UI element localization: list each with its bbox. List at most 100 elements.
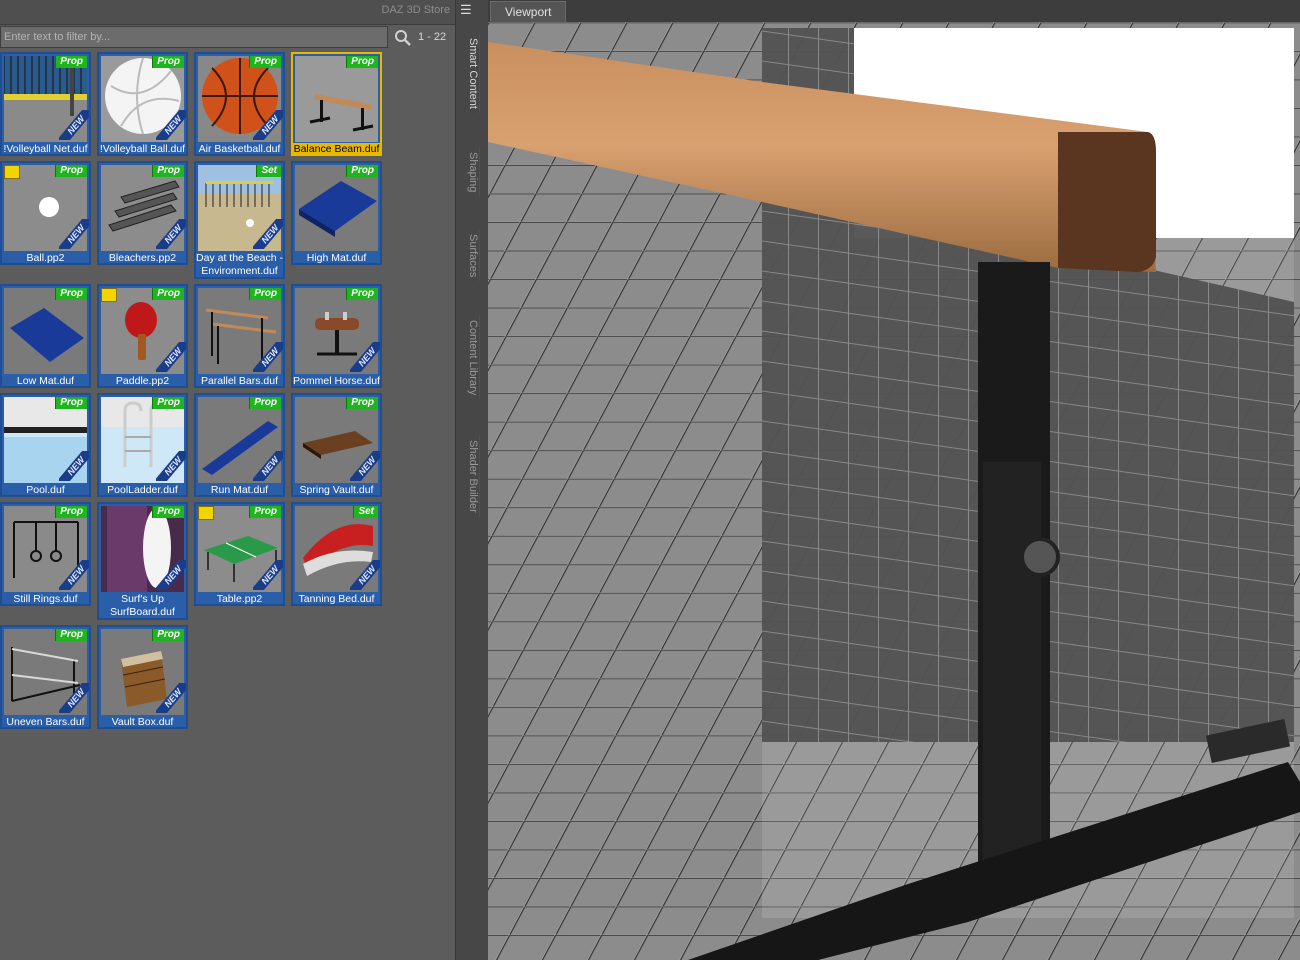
content-item[interactable]: Prop NEW !Volleyball Ball.duf xyxy=(97,52,188,156)
viewport[interactable] xyxy=(488,22,1300,960)
new-ribbon-text: NEW xyxy=(253,342,283,372)
content-item[interactable]: Prop NEW Table.pp2 xyxy=(194,502,285,606)
content-item[interactable]: Set NEW Day at the Beach - Environment.duf xyxy=(194,161,285,279)
new-ribbon-text: NEW xyxy=(350,451,380,481)
content-item-label: Parallel Bars.duf xyxy=(200,375,279,387)
content-item-label: Surf's Up SurfBoard.duf xyxy=(110,593,175,618)
new-ribbon: NEW xyxy=(350,560,380,590)
new-ribbon: NEW xyxy=(350,451,380,481)
new-ribbon-text: NEW xyxy=(156,219,186,249)
new-ribbon-text: NEW xyxy=(253,110,283,140)
new-ribbon-text: NEW xyxy=(156,683,186,713)
new-ribbon: NEW xyxy=(156,342,186,372)
type-badge: Prop xyxy=(55,506,87,518)
new-ribbon-text: NEW xyxy=(156,560,186,590)
store-tab[interactable]: DAZ 3D Store xyxy=(382,4,450,16)
content-item[interactable]: Prop High Mat.duf xyxy=(291,161,382,265)
new-ribbon: NEW xyxy=(253,110,283,140)
viewport-tab[interactable]: Viewport xyxy=(490,1,567,22)
new-ribbon-text: NEW xyxy=(156,110,186,140)
new-ribbon: NEW xyxy=(59,451,89,481)
content-item[interactable]: Prop NEW PoolLadder.duf xyxy=(97,393,188,497)
content-item[interactable]: Prop NEW Still Rings.duf xyxy=(0,502,91,606)
new-ribbon-text: NEW xyxy=(59,451,89,481)
type-badge: Prop xyxy=(152,506,184,518)
content-item[interactable]: Prop NEW Run Mat.duf xyxy=(194,393,285,497)
type-badge: Set xyxy=(353,506,378,518)
new-ribbon-text: NEW xyxy=(59,219,89,249)
content-item[interactable]: Prop Balance Beam.duf xyxy=(291,52,382,156)
tab-shader-builder[interactable]: Shader Builder xyxy=(459,436,480,517)
new-ribbon-text: NEW xyxy=(350,560,380,590)
content-item-label: Pool.duf xyxy=(26,484,65,496)
content-item-label: Ball.pp2 xyxy=(26,252,65,264)
content-panel: DAZ 3D Store 1 - 22 Prop NEW !Volleyball N… xyxy=(0,0,455,960)
new-ribbon: NEW xyxy=(59,560,89,590)
type-badge: Prop xyxy=(152,629,184,641)
content-item[interactable]: Prop NEW Paddle.pp2 xyxy=(97,284,188,388)
new-ribbon: NEW xyxy=(253,342,283,372)
type-badge: Prop xyxy=(152,56,184,68)
type-badge: Prop xyxy=(249,506,281,518)
content-item[interactable]: Prop NEW Air Basketball.duf xyxy=(194,52,285,156)
content-item-label: High Mat.duf xyxy=(306,252,367,264)
type-badge: Prop xyxy=(249,56,281,68)
new-ribbon-text: NEW xyxy=(156,451,186,481)
new-ribbon-text: NEW xyxy=(253,219,283,249)
filter-input[interactable] xyxy=(0,26,388,48)
content-item[interactable]: Prop NEW Surf's Up SurfBoard.duf xyxy=(97,502,188,620)
new-ribbon-text: NEW xyxy=(59,683,89,713)
content-item-label: Run Mat.duf xyxy=(210,484,269,496)
low-mat-thumb xyxy=(4,288,87,374)
content-item[interactable]: Prop NEW Uneven Bars.duf xyxy=(0,625,91,729)
type-badge: Prop xyxy=(55,56,87,68)
type-badge: Set xyxy=(256,165,281,177)
panel-menu-icon[interactable]: ☰ xyxy=(460,2,476,17)
content-item-label: !Volleyball Ball.duf xyxy=(99,143,186,155)
content-item-label: Low Mat.duf xyxy=(16,375,75,387)
new-ribbon: NEW xyxy=(156,560,186,590)
content-item[interactable]: Set NEW Tanning Bed.duf xyxy=(291,502,382,606)
new-ribbon-text: NEW xyxy=(59,560,89,590)
content-item[interactable]: Prop NEW Ball.pp2 xyxy=(0,161,91,265)
new-ribbon: NEW xyxy=(253,451,283,481)
search-icon[interactable] xyxy=(394,29,412,47)
viewport-header: Viewport xyxy=(488,0,1300,22)
new-ribbon-text: NEW xyxy=(350,342,380,372)
new-ribbon: NEW xyxy=(253,219,283,249)
content-item[interactable]: Prop NEW Bleachers.pp2 xyxy=(97,161,188,265)
type-badge: Prop xyxy=(249,288,281,300)
post-knob xyxy=(1020,537,1060,577)
new-ribbon: NEW xyxy=(59,683,89,713)
new-ribbon: NEW xyxy=(59,110,89,140)
new-ribbon: NEW xyxy=(156,110,186,140)
content-item-label: Day at the Beach - Environment.duf xyxy=(196,252,283,277)
tab-surfaces[interactable]: Surfaces xyxy=(459,230,480,282)
content-item-label: Vault Box.duf xyxy=(111,716,174,728)
poser-tool-icon xyxy=(4,165,20,179)
new-ribbon-text: NEW xyxy=(253,560,283,590)
content-item[interactable]: Prop NEW Vault Box.duf xyxy=(97,625,188,729)
content-item-label: Paddle.pp2 xyxy=(115,375,170,387)
content-item[interactable]: Prop NEW !Volleyball Net.duf xyxy=(0,52,91,156)
tab-content-library[interactable]: Content Library xyxy=(459,316,480,400)
content-item[interactable]: Prop Low Mat.duf xyxy=(0,284,91,388)
content-item[interactable]: Prop NEW Pool.duf xyxy=(0,393,91,497)
balance-beam-thumb xyxy=(295,56,378,142)
store-bar: DAZ 3D Store xyxy=(0,0,455,25)
content-item-label: PoolLadder.duf xyxy=(107,484,178,496)
content-item[interactable]: Prop NEW Pommel Horse.duf xyxy=(291,284,382,388)
tab-smart-content[interactable]: Smart Content xyxy=(459,34,480,113)
content-item[interactable]: Prop NEW Parallel Bars.duf xyxy=(194,284,285,388)
type-badge: Prop xyxy=(55,288,87,300)
content-item-label: Bleachers.pp2 xyxy=(108,252,177,264)
viewport-scene xyxy=(488,22,1300,960)
content-item[interactable]: Prop NEW Spring Vault.duf xyxy=(291,393,382,497)
beam-post-lower xyxy=(983,462,1041,862)
high-mat-thumb xyxy=(295,165,378,251)
content-item-label: Tanning Bed.duf xyxy=(298,593,375,605)
content-item-label: Balance Beam.duf xyxy=(293,143,380,156)
type-badge: Prop xyxy=(346,165,378,177)
tab-shaping[interactable]: Shaping xyxy=(459,148,480,197)
type-badge: Prop xyxy=(346,288,378,300)
